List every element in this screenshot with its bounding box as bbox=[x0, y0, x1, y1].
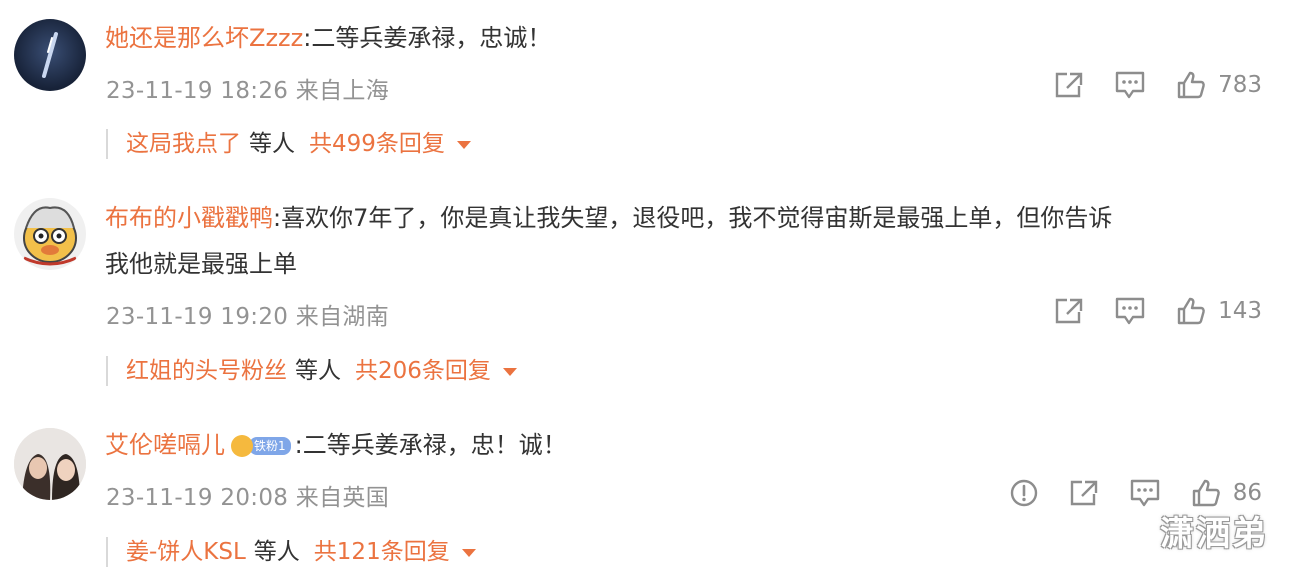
chevron-down-icon bbox=[461, 548, 476, 557]
avatar[interactable] bbox=[14, 428, 86, 500]
avatar-photo-graphic bbox=[14, 428, 86, 500]
fan-badge[interactable]: 铁粉1 bbox=[231, 435, 291, 457]
crown-icon bbox=[231, 435, 253, 457]
report-icon bbox=[1010, 479, 1037, 507]
comment-button[interactable] bbox=[1129, 478, 1161, 508]
comment-actions: 86 bbox=[979, 478, 1262, 508]
share-icon bbox=[1070, 480, 1097, 506]
comment-item: 艾伦嗟嗝儿 铁粉1:二等兵姜承禄，忠！诚！ 23-11-19 20:08 来自英国… bbox=[0, 0, 1290, 579]
comment-text: :二等兵姜承禄，忠！诚！ bbox=[294, 431, 567, 459]
share-button[interactable] bbox=[1069, 479, 1099, 507]
like-count: 86 bbox=[1232, 480, 1262, 506]
report-button[interactable] bbox=[1009, 478, 1039, 508]
comment-meta: 23-11-19 20:08 来自英国 bbox=[106, 485, 390, 511]
thumbs-up-icon bbox=[1192, 479, 1220, 507]
reply-count[interactable]: 共121条回复 bbox=[314, 539, 450, 565]
username-link[interactable]: 艾伦嗟嗝儿 bbox=[105, 431, 225, 459]
reply-username[interactable]: 姜-饼人KSL bbox=[126, 539, 246, 565]
watermark: 潇洒弟 bbox=[1160, 514, 1268, 554]
fan-badge-label: 铁粉1 bbox=[249, 437, 291, 455]
reply-etc: 等人 bbox=[253, 539, 300, 565]
reply-summary[interactable]: 姜-饼人KSL 等人 共121条回复 bbox=[106, 537, 476, 567]
comment-content: 艾伦嗟嗝儿 铁粉1:二等兵姜承禄，忠！诚！ bbox=[105, 427, 567, 463]
like-button[interactable]: 86 bbox=[1191, 478, 1262, 508]
comment-icon bbox=[1130, 479, 1159, 507]
